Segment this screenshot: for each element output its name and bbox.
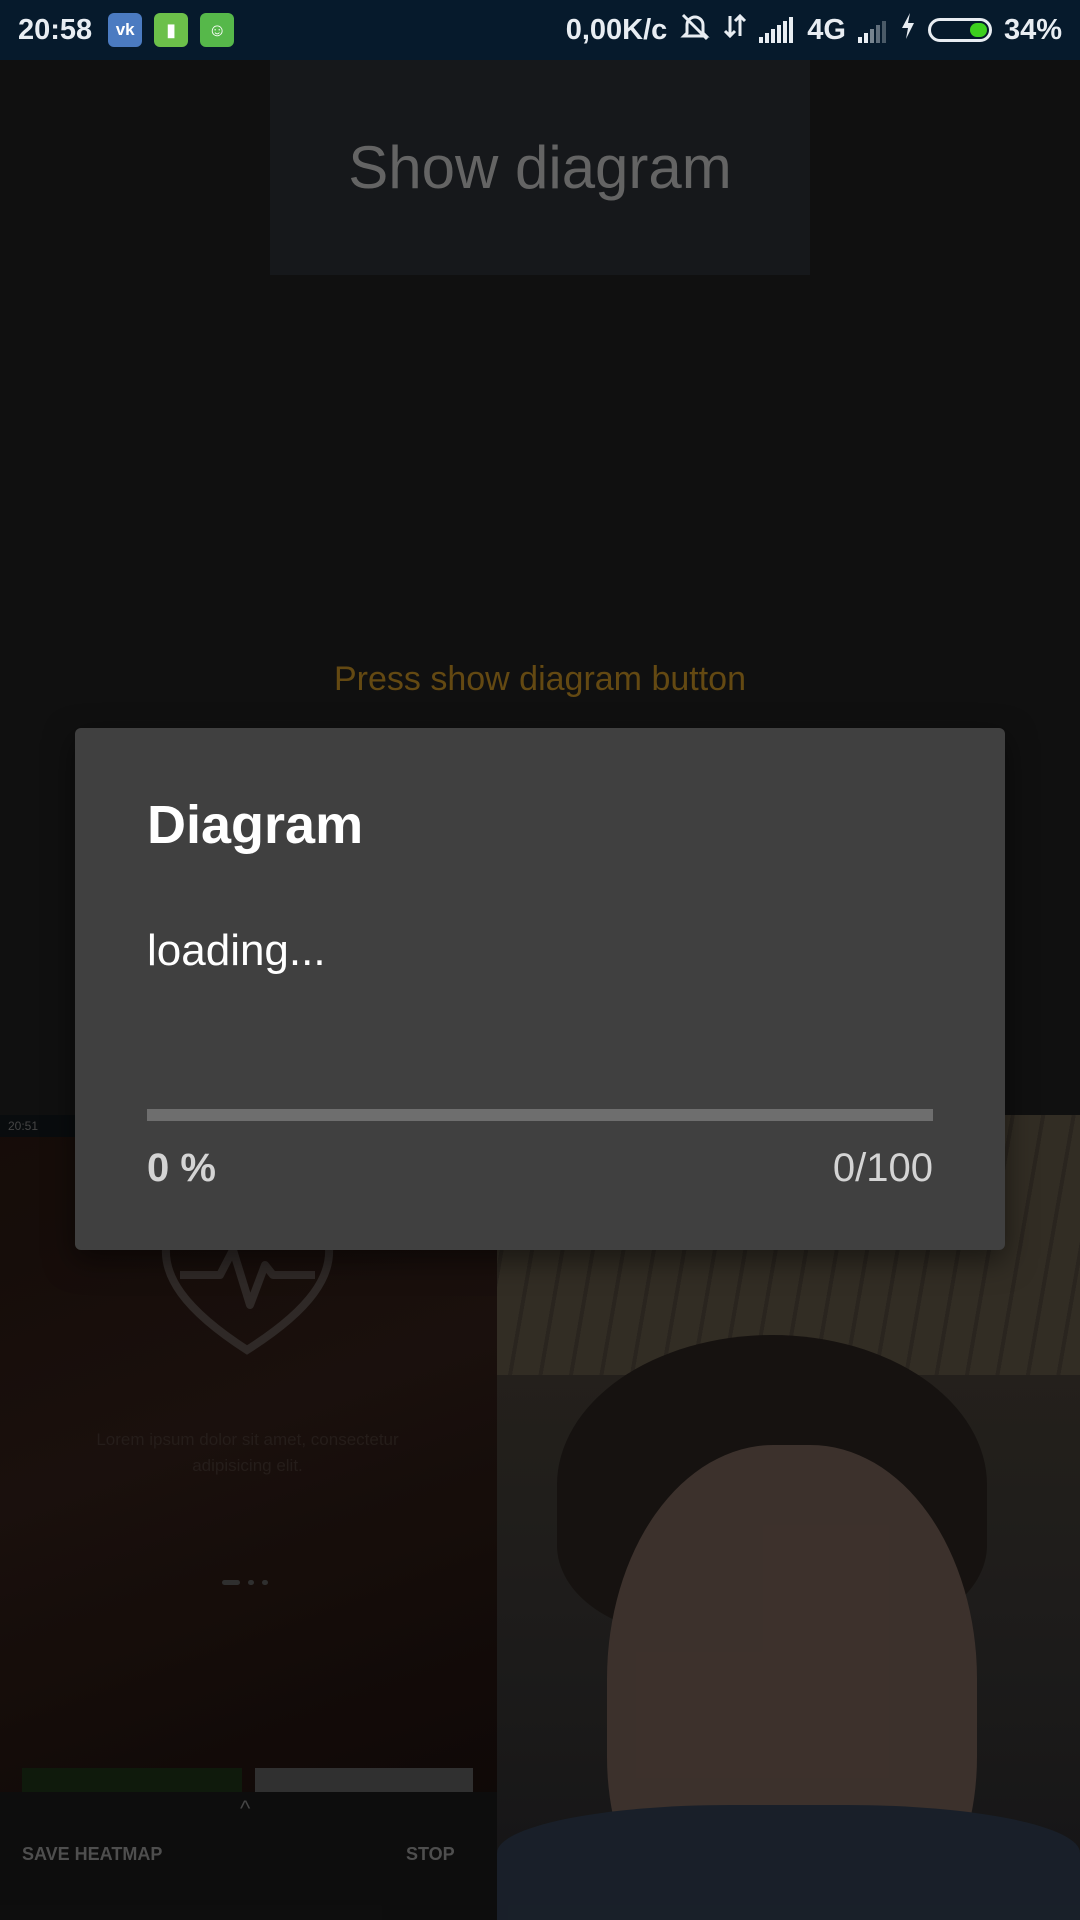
vk-icon: vk [108,13,143,47]
signal-icon-2 [857,17,888,43]
battery-level [969,23,987,37]
progress-count: 0/100 [832,1146,933,1190]
battery-percent: 34% [1003,13,1062,46]
progress-bar [147,1109,933,1121]
data-arrows-icon [723,12,747,48]
alarm-off-icon [679,11,711,49]
charging-icon [900,12,916,48]
progress-percent: 0 % [147,1146,216,1190]
dialog-title: Diagram [147,795,364,855]
network-type: 4G [807,13,846,46]
status-bar: 20:58 vk ▮ ☺ 0,00K/c 4G 34% [0,0,1080,60]
battery-icon [927,18,992,42]
android-cat-icon: ☺ [200,13,235,47]
battery-app-icon: ▮ [154,13,189,47]
signal-icon [759,17,795,43]
network-speed: 0,00K/c [565,13,668,46]
status-time: 20:58 [18,13,93,46]
progress-dialog: Diagram loading... 0 % 0/100 [75,728,1005,1250]
dialog-message: loading... [147,926,326,975]
